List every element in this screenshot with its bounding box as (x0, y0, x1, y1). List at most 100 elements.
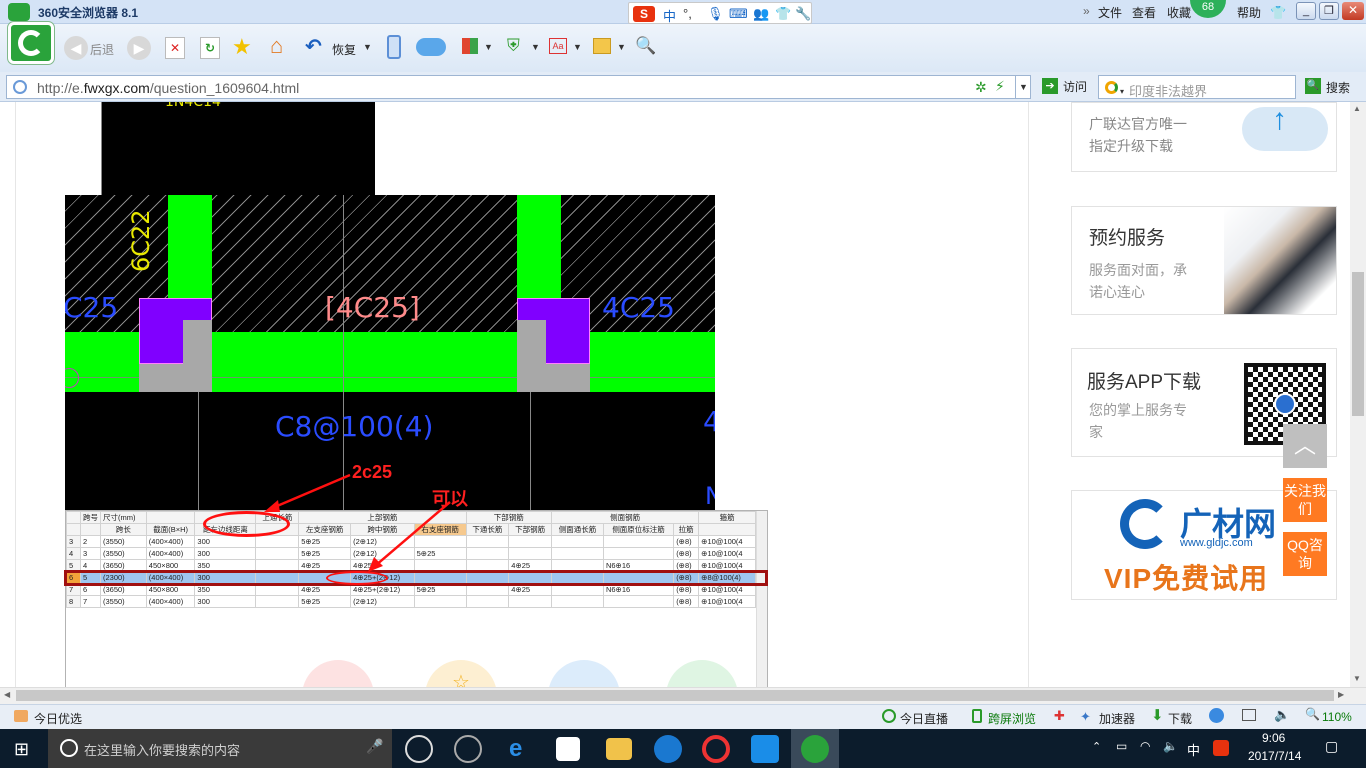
refresh-icon[interactable]: ↻ (200, 37, 220, 59)
table-cell[interactable] (602, 547, 675, 560)
url-text[interactable]: http://e.fwxgx.com/question_1609604.html (37, 80, 299, 96)
back-icon[interactable]: ◀ (64, 36, 88, 60)
search-icon[interactable]: 🔍 (1305, 78, 1321, 94)
chevron-icon[interactable]: » (1083, 4, 1090, 18)
table-cell[interactable] (602, 595, 675, 608)
table-cell[interactable] (508, 535, 553, 548)
shirt-icon[interactable]: 👕 (775, 6, 791, 22)
cloud-icon[interactable] (416, 38, 446, 56)
table-cell[interactable]: (2⊕12) (350, 595, 415, 608)
table-cell[interactable]: ⊕10@100(4 (698, 535, 756, 548)
speed-mode-icon[interactable]: ⚡ (995, 78, 1005, 95)
engine-dropdown-icon[interactable]: ▾ (1120, 87, 1124, 96)
forward-icon[interactable]: ▶ (127, 36, 151, 60)
today-picks[interactable]: 今日优选 (34, 710, 82, 727)
url-field[interactable]: http://e.fwxgx.com/question_1609604.html… (6, 75, 1031, 99)
table-cell[interactable] (413, 595, 467, 608)
scroll-left-icon[interactable]: ◀ (4, 690, 10, 699)
magnifier-icon[interactable]: 🔍 (635, 36, 656, 56)
gift-icon[interactable] (14, 710, 28, 722)
maximize-button[interactable]: ❐ (1319, 2, 1339, 20)
table-cell[interactable]: 3 (80, 547, 101, 560)
minimize-button[interactable]: _ (1296, 2, 1316, 20)
table-cell[interactable]: 300 (194, 547, 257, 560)
phone-icon[interactable] (972, 709, 982, 723)
restore-dropdown-icon[interactable]: ▼ (363, 42, 372, 52)
punct-icon[interactable]: °, (683, 6, 692, 21)
screenshot-icon[interactable] (593, 38, 611, 54)
app-swirl-icon[interactable] (454, 735, 482, 763)
table-cell[interactable]: 7 (80, 595, 101, 608)
table-cell[interactable]: (⊕8) (673, 595, 700, 608)
restore-icon[interactable]: ↶ (305, 34, 322, 59)
table-cell[interactable]: ⊕10@100(4 (698, 595, 756, 608)
clock-time[interactable]: 9:06 (1262, 731, 1285, 745)
mic-icon[interactable]: 🎙 (707, 6, 724, 22)
scroll-right-icon[interactable]: ▶ (1338, 690, 1344, 699)
search-engine-icon[interactable] (1105, 81, 1118, 94)
microphone-icon[interactable]: 🎤 (366, 738, 383, 755)
table-cell[interactable]: (⊕8) (673, 547, 700, 560)
user-icon[interactable]: 👥 (753, 6, 769, 22)
back-to-top-button[interactable]: ︿ (1283, 424, 1327, 468)
page-vscroll-thumb[interactable] (1352, 272, 1364, 416)
accelerator[interactable]: 加速器 (1099, 710, 1135, 727)
download[interactable]: 下载 (1168, 710, 1192, 727)
tray-sogou-icon[interactable] (1213, 740, 1229, 756)
table-cell[interactable] (551, 595, 604, 608)
screenshot-dropdown-icon[interactable]: ▼ (617, 42, 626, 52)
stop-icon[interactable]: ✕ (165, 37, 185, 59)
task-view-icon[interactable] (405, 735, 433, 763)
mobile-icon[interactable] (387, 35, 401, 59)
download-icon[interactable]: ⬇ (1151, 706, 1164, 724)
menu-favorites[interactable]: 收藏 (1167, 4, 1191, 21)
glodon-icon[interactable] (654, 735, 682, 763)
go-button[interactable]: 访问 (1063, 78, 1087, 95)
table-cell[interactable]: 3 (66, 535, 81, 548)
table-cell[interactable]: 300 (194, 595, 257, 608)
loading-icon[interactable]: ✲ (975, 79, 987, 96)
shield-dropdown-icon[interactable]: ▼ (531, 42, 540, 52)
apps-dropdown-icon[interactable]: ▼ (484, 42, 493, 52)
table-cell[interactable]: (3550) (100, 547, 147, 560)
menu-view[interactable]: 查看 (1132, 4, 1156, 21)
back-button-label[interactable]: 后退 (90, 41, 114, 58)
close-button[interactable]: ✕ (1342, 2, 1364, 20)
medical-icon[interactable]: ✚ (1054, 708, 1065, 724)
taskbar-search[interactable]: 在这里输入你要搜索的内容 🎤 (48, 729, 392, 768)
table-cell[interactable] (465, 595, 510, 608)
table-cell[interactable] (465, 535, 510, 548)
upgrade-card[interactable]: 广联达官方唯一 指定升级下载 ↑ (1071, 102, 1337, 172)
go-arrow-icon[interactable]: ➔ (1042, 78, 1058, 94)
page-hscroll-thumb[interactable] (16, 690, 1334, 701)
restore-button-label[interactable]: 恢复 (332, 41, 356, 58)
table-cell[interactable] (255, 595, 300, 608)
wrench-icon[interactable]: 🔧 (795, 6, 811, 22)
table-cell[interactable]: 300 (194, 535, 257, 548)
accelerator-icon[interactable]: ✦ (1080, 709, 1091, 725)
table-cell[interactable]: (3550) (100, 595, 147, 608)
wifi-icon[interactable]: ◠ (1140, 739, 1150, 753)
favorite-star-icon[interactable]: ★ (232, 34, 252, 60)
volume-icon[interactable]: 🔈 (1274, 707, 1290, 723)
home-icon[interactable]: ⌂ (270, 33, 283, 59)
menu-help[interactable]: 帮助 (1237, 4, 1261, 21)
tray-battery-icon[interactable]: ▭ (1116, 739, 1127, 753)
table-cell[interactable]: (400×400) (145, 535, 196, 548)
table-cell[interactable] (602, 535, 675, 548)
skin-icon[interactable]: 👕 (1270, 5, 1286, 21)
table-cell[interactable]: ⊕10@100(4 (698, 547, 756, 560)
table-cell[interactable]: (⊕8) (673, 535, 700, 548)
appointment-card[interactable]: 预约服务 服务面对面，承 诺心连心 (1071, 206, 1337, 315)
search-button[interactable]: 搜索 (1326, 79, 1350, 96)
tray-chevron-icon[interactable]: ⌃ (1092, 740, 1101, 753)
table-row[interactable]: 8 7 (3550) (400×400) 300 5⊕25 (2⊕12) (⊕8) ⊕10@10… (66, 595, 756, 608)
browser-360-icon[interactable] (801, 735, 829, 763)
sogou-icon[interactable]: S (633, 6, 655, 22)
table-vscroll[interactable] (756, 511, 767, 687)
cross-screen-browse[interactable]: 跨屏浏览 (988, 710, 1036, 727)
ie-icon[interactable] (1209, 708, 1224, 723)
follow-us-button[interactable]: 关注我们 (1283, 478, 1327, 522)
edge-icon[interactable]: e (509, 735, 522, 763)
today-live[interactable]: 今日直播 (900, 710, 948, 727)
